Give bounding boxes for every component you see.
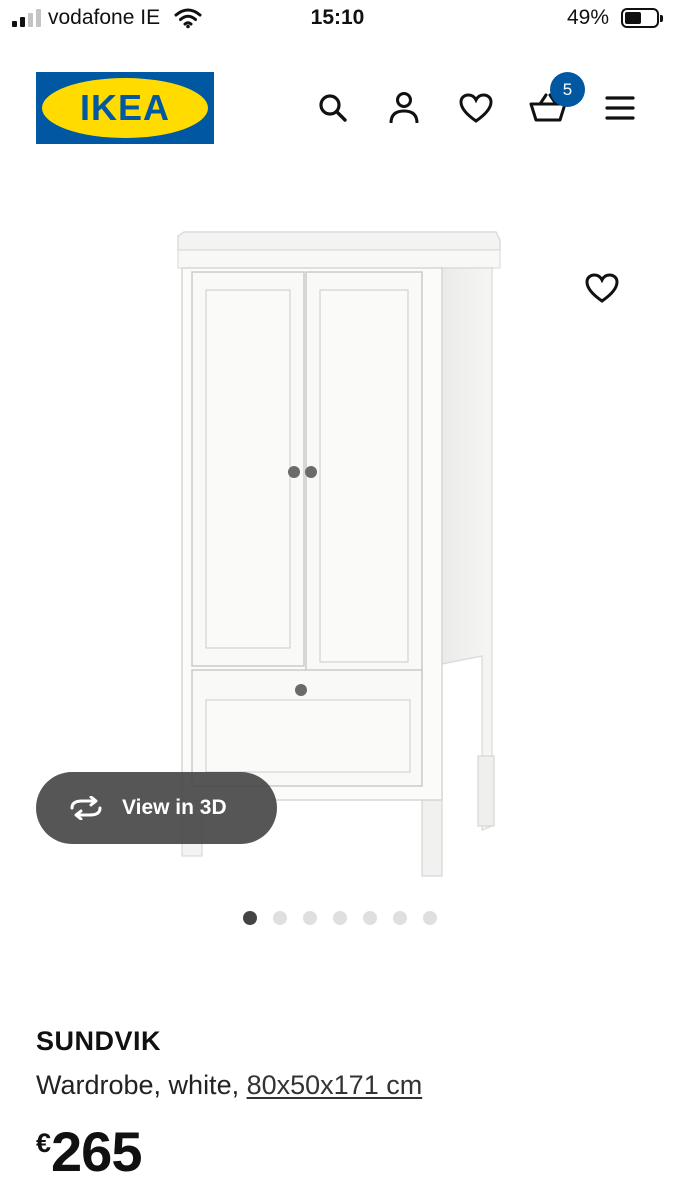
carousel-dot[interactable] xyxy=(363,911,377,925)
product-type-text: Wardrobe, white, xyxy=(36,1070,247,1100)
menu-icon[interactable] xyxy=(600,88,640,128)
product-price: € 265 xyxy=(36,1120,142,1183)
price-currency: € xyxy=(36,1128,52,1158)
add-to-wishlist-heart-icon[interactable] xyxy=(578,264,626,312)
product-description: Wardrobe, white, 80x50x171 cm xyxy=(36,1070,422,1101)
carousel-dot[interactable] xyxy=(393,911,407,925)
carousel-dot[interactable] xyxy=(423,911,437,925)
view-in-3d-button[interactable]: View in 3D xyxy=(36,772,277,844)
battery-icon xyxy=(621,8,663,28)
carousel-dot[interactable] xyxy=(273,911,287,925)
battery-percentage: 49% xyxy=(567,6,610,29)
carousel-dot[interactable] xyxy=(303,911,317,925)
rotate-3d-icon xyxy=(70,796,102,820)
wishlist-heart-icon[interactable] xyxy=(456,88,496,128)
carousel-dot[interactable] xyxy=(333,911,347,925)
view-in-3d-label: View in 3D xyxy=(122,796,227,819)
status-bar: vodafone IE 15:10 49% xyxy=(0,0,675,38)
carousel-dot[interactable] xyxy=(243,911,257,925)
product-dimensions-link[interactable]: 80x50x171 cm xyxy=(247,1070,423,1100)
logo-text: IKEA xyxy=(79,87,170,128)
image-carousel-dots xyxy=(243,911,437,925)
search-icon[interactable] xyxy=(313,88,353,128)
account-icon[interactable] xyxy=(384,88,424,128)
price-amount: 265 xyxy=(51,1120,142,1183)
product-name: SUNDVIK xyxy=(36,1026,162,1056)
cart-count-badge: 5 xyxy=(550,72,585,107)
ikea-logo[interactable]: IKEA xyxy=(36,72,214,144)
